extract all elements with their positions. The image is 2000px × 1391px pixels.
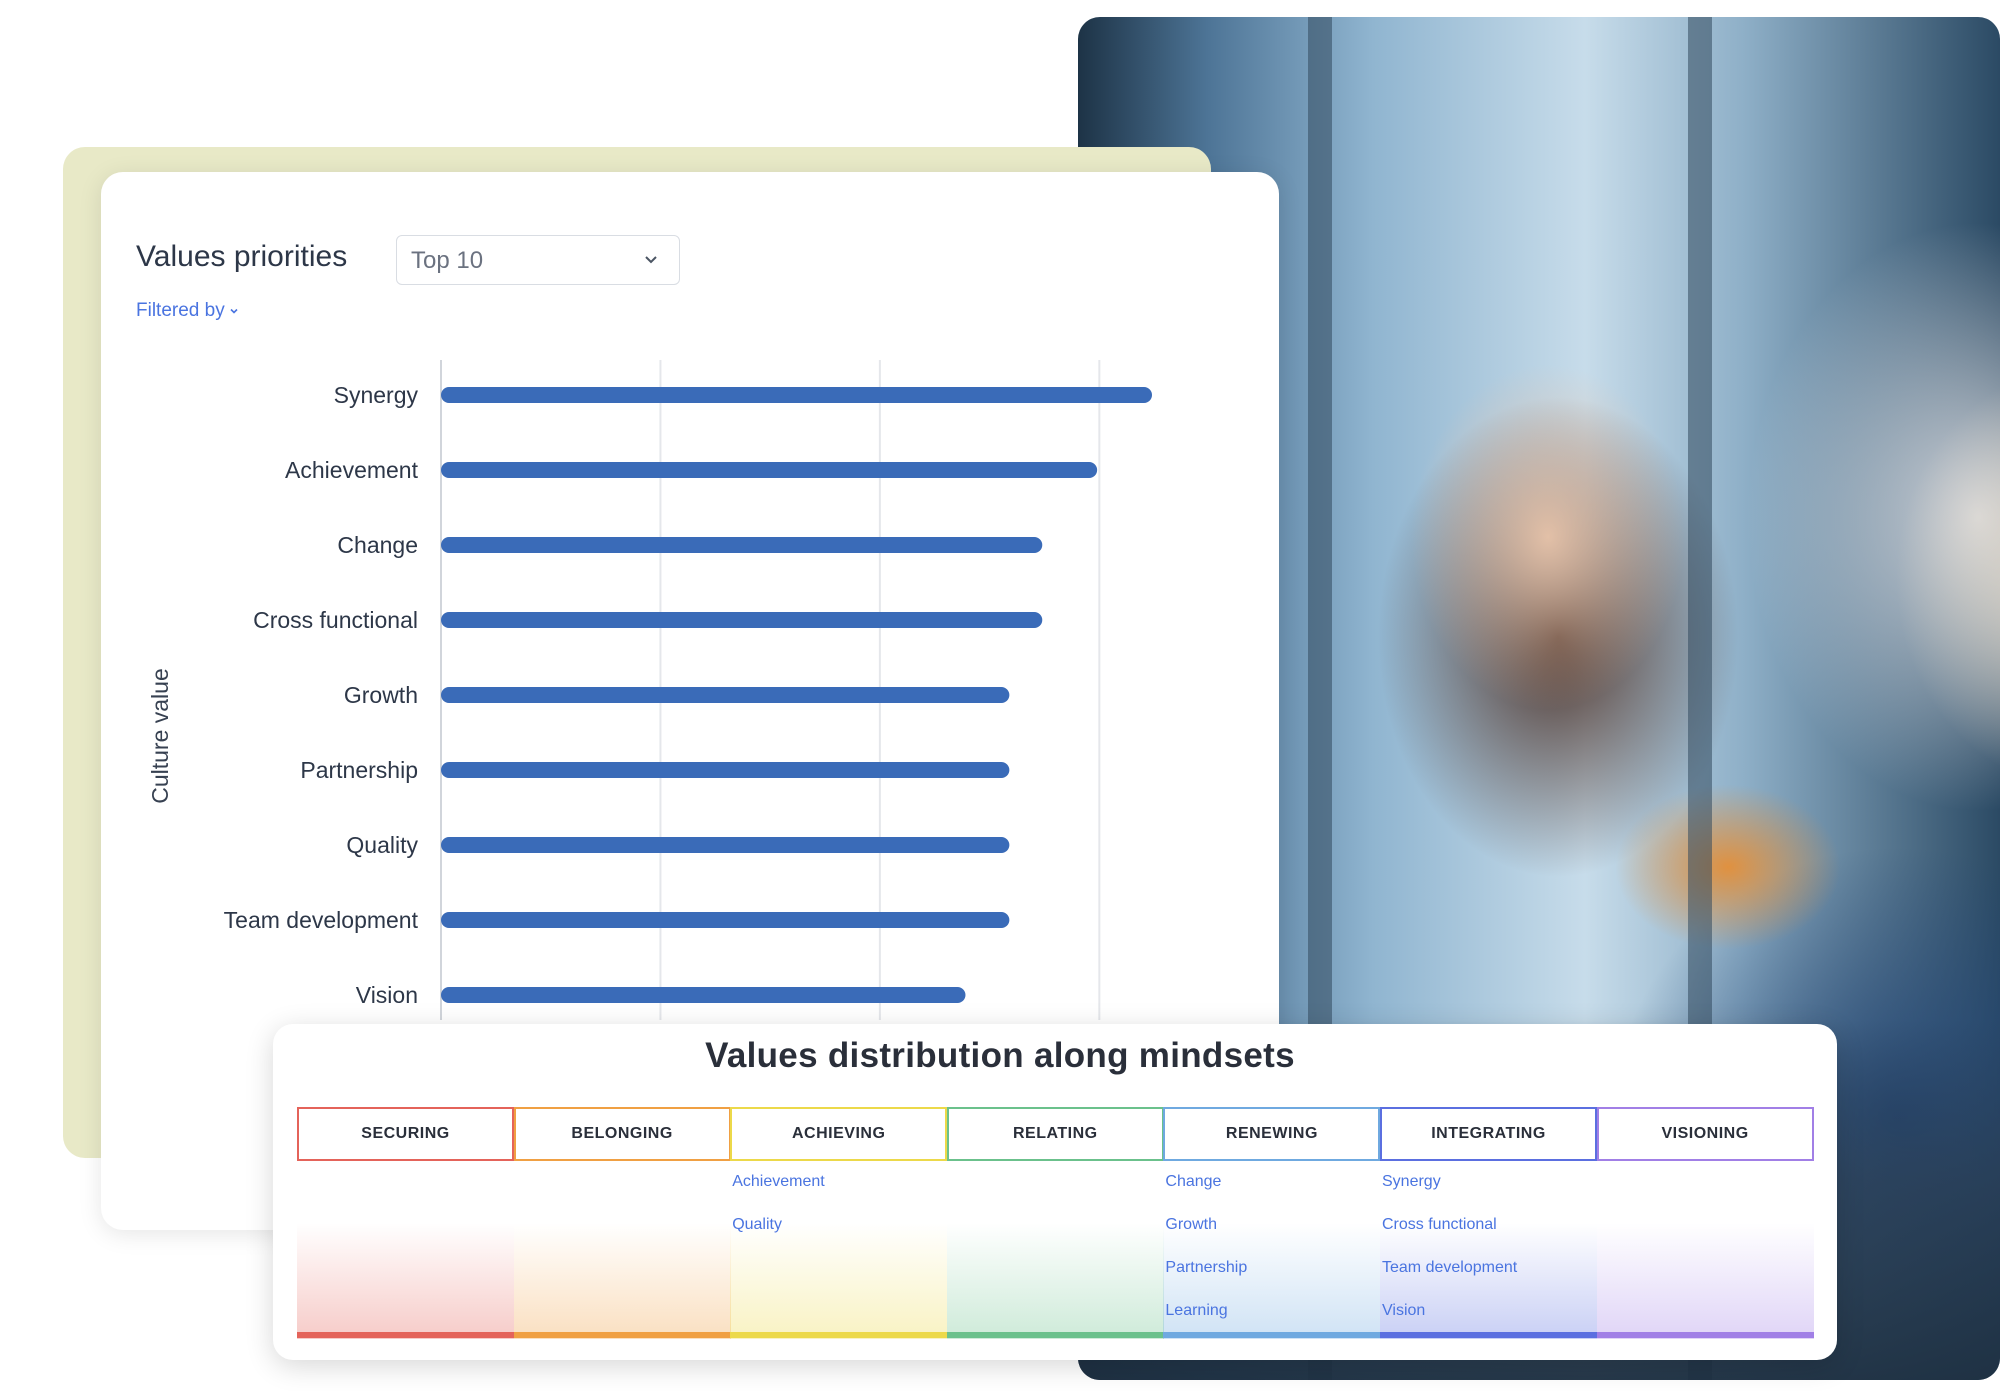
bar-vision[interactable]	[441, 987, 966, 1003]
mindset-values-list: Synergy Cross functional Team development V…	[1382, 1171, 1517, 1343]
mindset-value-item[interactable]: Synergy	[1382, 1171, 1517, 1214]
chevron-down-icon	[645, 256, 657, 264]
filtered-by-link[interactable]: Filtered by	[136, 300, 239, 322]
chevron-down-icon	[230, 308, 238, 314]
mindset-renewing: RENEWING Change Growth Partnership Learning	[1163, 1107, 1381, 1343]
mindset-header[interactable]: INTEGRATING	[1380, 1107, 1597, 1161]
mindset-fill	[513, 1223, 731, 1339]
mindset-values-list: Change Growth Partnership Learning	[1165, 1171, 1247, 1343]
mindset-visioning: VISIONING	[1596, 1107, 1814, 1343]
y-axis-label: Culture value	[147, 668, 173, 804]
category-label: Vision	[356, 982, 418, 1008]
mindset-value-item[interactable]: Achievement	[732, 1171, 825, 1214]
bar-partnership[interactable]	[441, 762, 1010, 778]
mindset-value-item[interactable]: Cross functional	[1382, 1214, 1517, 1257]
mindset-header[interactable]: VISIONING	[1596, 1107, 1814, 1161]
distribution-title: Values distribution along mindsets	[705, 1036, 1295, 1075]
category-label: Quality	[346, 832, 418, 858]
mindset-header[interactable]: SECURING	[297, 1107, 514, 1161]
filtered-by-label: Filtered by	[136, 300, 225, 321]
mindset-integrating: INTEGRATING Synergy Cross functional Team d…	[1380, 1107, 1597, 1343]
mindset-achieving: ACHIEVING Achievement Quality	[730, 1107, 948, 1343]
mindset-values-list: Achievement Quality	[732, 1171, 825, 1257]
category-label: Change	[337, 532, 418, 558]
mindset-bottom-bar	[297, 1332, 514, 1338]
mindset-header[interactable]: BELONGING	[513, 1107, 731, 1161]
category-label: Achievement	[285, 457, 419, 483]
mindset-value-item[interactable]: Team development	[1382, 1257, 1517, 1300]
category-label: Synergy	[334, 382, 419, 408]
bar-team-development[interactable]	[441, 912, 1010, 928]
values-bar-chart: Culture value Synergy Achievement Change Cro…	[147, 360, 1152, 1020]
mindset-bottom-bar	[730, 1332, 948, 1338]
bar-cross-functional[interactable]	[441, 612, 1043, 628]
category-label: Partnership	[300, 757, 418, 783]
mindset-fill	[297, 1223, 514, 1339]
mindset-value-item[interactable]: Change	[1165, 1171, 1247, 1214]
bar-synergy[interactable]	[441, 387, 1152, 403]
category-label: Growth	[344, 682, 418, 708]
mindset-value-item[interactable]: Growth	[1165, 1214, 1247, 1257]
dropdown-value: Top 10	[411, 247, 484, 274]
bar-change[interactable]	[441, 537, 1043, 553]
mindset-bottom-bar	[946, 1332, 1164, 1338]
mindset-value-item[interactable]: Vision	[1382, 1300, 1517, 1343]
mindset-value-item[interactable]: Quality	[732, 1214, 825, 1257]
mindset-header[interactable]: RENEWING	[1163, 1107, 1381, 1161]
category-label: Team development	[224, 907, 419, 933]
page-title: Values priorities	[136, 240, 348, 273]
mindset-fill	[1596, 1223, 1814, 1339]
mindset-value-item[interactable]: Partnership	[1165, 1257, 1247, 1300]
mindset-header[interactable]: RELATING	[946, 1107, 1164, 1161]
mindset-value-item[interactable]: Learning	[1165, 1300, 1247, 1343]
bar-quality[interactable]	[441, 837, 1010, 853]
category-label: Cross functional	[253, 607, 418, 633]
mindset-fill	[946, 1223, 1164, 1339]
mindset-relating: RELATING	[946, 1107, 1164, 1343]
mindset-securing: SECURING	[297, 1107, 514, 1343]
mindset-belonging: BELONGING	[513, 1107, 731, 1343]
mindset-header[interactable]: ACHIEVING	[730, 1107, 948, 1161]
mindset-bottom-bar	[513, 1332, 731, 1338]
bar-achievement[interactable]	[441, 462, 1098, 478]
bar-growth[interactable]	[441, 687, 1010, 703]
mindset-bottom-bar	[1596, 1332, 1814, 1338]
top-n-dropdown[interactable]: Top 10	[396, 235, 680, 285]
